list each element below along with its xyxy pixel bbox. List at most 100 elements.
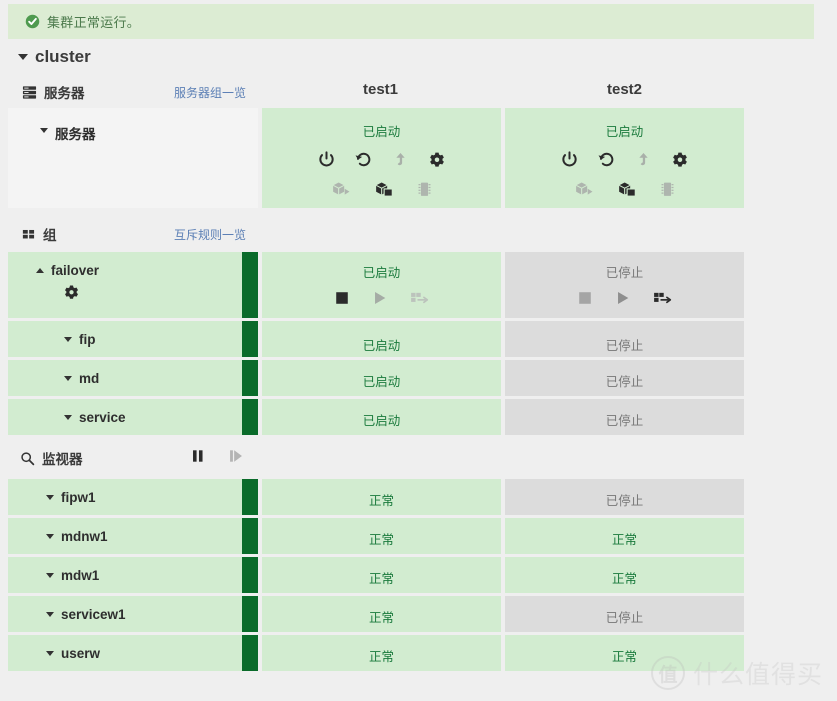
chevron-down-icon[interactable]: [46, 533, 54, 539]
group-cell-md-test1[interactable]: 已启动: [262, 360, 501, 396]
grid-squares-icon: [22, 227, 36, 241]
monitor-cell-userw-test2[interactable]: 正常: [505, 635, 744, 671]
chevron-down-icon[interactable]: [64, 414, 72, 420]
gear-icon[interactable]: [671, 151, 689, 169]
server-row-statusbar-spacer: [242, 108, 258, 208]
chevron-up-icon[interactable]: [36, 268, 44, 273]
server-actions-bottom-test2: [574, 180, 675, 199]
power-icon[interactable]: [317, 150, 336, 169]
gear-icon[interactable]: [428, 151, 446, 169]
group-name-cell-fip[interactable]: fip: [8, 321, 242, 357]
monitor-cell-servicew1-test2[interactable]: 已停止: [505, 596, 744, 632]
monitor-cell-servicew1-test1[interactable]: 正常: [262, 596, 501, 632]
cluster-tree-toggle[interactable]: cluster: [18, 47, 91, 67]
monitor-status-test2: 正常: [611, 533, 637, 547]
servers-table: 服务器 已启动 已启动: [8, 108, 744, 208]
chevron-down-icon[interactable]: [46, 611, 54, 617]
monitor-name-cell-fipw1[interactable]: fipw1: [8, 479, 242, 515]
check-circle-icon: [25, 14, 40, 29]
stop-icon[interactable]: [334, 290, 350, 306]
group-status-test2: 已停止: [605, 339, 644, 353]
group-name-cell-md[interactable]: md: [8, 360, 242, 396]
table-row: fipw1 正常 已停止: [8, 479, 744, 515]
monitors-section-header: 监视器: [20, 448, 83, 468]
group-cell-md-test2[interactable]: 已停止: [505, 360, 744, 396]
monitor-cell-mdnw1-test1[interactable]: 正常: [262, 518, 501, 554]
groups-table: failover 已启动 已停止 fip 已启动 已停止 md 已启动 已停止 …: [8, 252, 744, 435]
monitor-controls: [190, 448, 246, 464]
group-status-test1: 已启动: [362, 414, 401, 428]
chevron-down-icon: [18, 54, 28, 60]
cluster-name: cluster: [35, 47, 91, 66]
group-cell-service-test1[interactable]: 已启动: [262, 399, 501, 435]
monitor-status-test2: 已停止: [605, 611, 644, 625]
cube-stop-icon[interactable]: [617, 180, 638, 199]
monitor-status-test2: 正常: [611, 572, 637, 586]
server-actions-top-test1: [317, 150, 446, 169]
server-cell-test1[interactable]: 已启动: [262, 108, 501, 208]
monitor-status-test2: 正常: [611, 650, 637, 664]
server-cell-test2[interactable]: 已启动: [505, 108, 744, 208]
server-actions-top-test2: [560, 150, 689, 169]
group-status-test1: 已启动: [362, 339, 401, 353]
table-row: userw 正常 正常: [8, 635, 744, 671]
group-label: md: [79, 370, 100, 386]
group-cell-failover-test2[interactable]: 已停止: [505, 252, 744, 318]
gear-icon[interactable]: [63, 284, 80, 301]
restart-icon[interactable]: [597, 150, 616, 169]
chevron-down-icon[interactable]: [46, 494, 54, 500]
exclusion-rules-link[interactable]: 互斥规则一览: [174, 226, 246, 243]
migrate-icon: [410, 290, 430, 306]
chevron-down-icon[interactable]: [64, 375, 72, 381]
monitor-cell-mdnw1-test2[interactable]: 正常: [505, 518, 744, 554]
group-actions-test2: [577, 290, 673, 306]
groups-section-header: 组: [22, 224, 57, 244]
group-status-bar: [242, 252, 258, 318]
monitor-label: servicew1: [61, 606, 126, 622]
monitor-status-test1: 正常: [368, 494, 394, 508]
group-name-cell-failover[interactable]: failover: [8, 252, 242, 318]
groups-section-title: 组: [43, 228, 57, 243]
server-actions-bottom-test1: [331, 180, 432, 199]
server-row-name-cell[interactable]: 服务器: [8, 108, 242, 208]
group-label: failover: [51, 263, 100, 278]
monitors-table: fipw1 正常 已停止 mdnw1 正常 正常 mdw1 正常 正常 serv…: [8, 479, 744, 671]
chevron-down-icon[interactable]: [40, 128, 48, 133]
cube-stop-icon[interactable]: [374, 180, 395, 199]
monitors-section-title: 监视器: [42, 452, 83, 467]
monitor-cell-mdw1-test2[interactable]: 正常: [505, 557, 744, 593]
monitor-name-cell-userw[interactable]: userw: [8, 635, 242, 671]
table-row: service 已启动 已停止: [8, 399, 744, 435]
monitor-name-cell-servicew1[interactable]: servicew1: [8, 596, 242, 632]
group-cell-failover-test1[interactable]: 已启动: [262, 252, 501, 318]
chevron-down-icon[interactable]: [46, 650, 54, 656]
group-name-cell-service[interactable]: service: [8, 399, 242, 435]
power-icon[interactable]: [560, 150, 579, 169]
server-row: 服务器 已启动 已启动: [8, 108, 744, 208]
monitor-status-bar: [242, 518, 258, 554]
monitor-status-bar: [242, 635, 258, 671]
group-status-test2: 已停止: [605, 414, 644, 428]
monitor-label: userw: [61, 645, 101, 661]
stop-icon: [577, 290, 593, 306]
server-group-list-link[interactable]: 服务器组一览: [174, 84, 246, 101]
play-icon: [615, 290, 631, 306]
monitor-label: mdw1: [61, 567, 100, 583]
chevron-down-icon[interactable]: [64, 336, 72, 342]
monitor-cell-fipw1-test1[interactable]: 正常: [262, 479, 501, 515]
cluster-status-message: 集群正常运行。: [47, 15, 141, 30]
monitor-cell-userw-test1[interactable]: 正常: [262, 635, 501, 671]
cube-play-icon: [574, 180, 595, 199]
group-cell-fip-test1[interactable]: 已启动: [262, 321, 501, 357]
chevron-down-icon[interactable]: [46, 572, 54, 578]
monitor-cell-mdw1-test1[interactable]: 正常: [262, 557, 501, 593]
group-cell-fip-test2[interactable]: 已停止: [505, 321, 744, 357]
migrate-icon[interactable]: [653, 290, 673, 306]
group-cell-service-test2[interactable]: 已停止: [505, 399, 744, 435]
monitor-name-cell-mdw1[interactable]: mdw1: [8, 557, 242, 593]
group-status-bar: [242, 321, 258, 357]
pause-icon[interactable]: [190, 448, 206, 464]
monitor-cell-fipw1-test2[interactable]: 已停止: [505, 479, 744, 515]
monitor-name-cell-mdnw1[interactable]: mdnw1: [8, 518, 242, 554]
restart-icon[interactable]: [354, 150, 373, 169]
